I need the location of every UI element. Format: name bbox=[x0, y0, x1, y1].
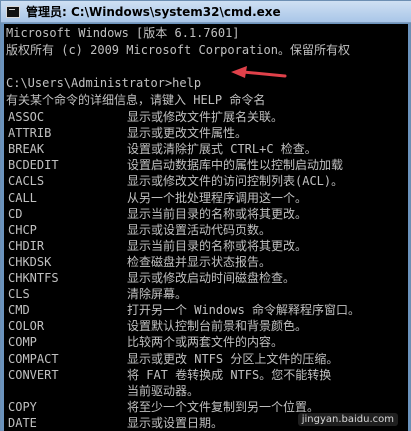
red-arrow-annotation bbox=[231, 66, 287, 78]
command-description: 将至少一个文件复制到另一个位置。 bbox=[127, 399, 320, 414]
command-name: BREAK bbox=[8, 142, 45, 157]
copyright-line: 版权所有 (c) 2009 Microsoft Corporation。保留所有… bbox=[6, 43, 350, 57]
command-name: CLS bbox=[8, 287, 30, 302]
command-name: CHKDSK bbox=[8, 254, 52, 269]
command-description: 显示或更改 NTFS 分区上文件的压缩。 bbox=[127, 351, 339, 366]
command-description: 设置或清除扩展式 CTRL+C 检查。 bbox=[127, 142, 317, 157]
command-row: COLOR 设置默认控制台前景和背景颜色。 bbox=[6, 318, 406, 334]
command-row: BCDEDIT 设置启动数据库中的属性以控制启动加载 bbox=[6, 157, 406, 173]
command-row: CHCP 显示或设置活动代码页数。 bbox=[6, 222, 406, 238]
command-name: DATE bbox=[8, 415, 37, 430]
command-description: 从另一个批处理程序调用这一个。 bbox=[127, 190, 308, 205]
command-name: COPY bbox=[8, 399, 37, 414]
window-title: 管理员: C:\Windows\system32\cmd.exe bbox=[26, 5, 281, 19]
command-row: CACLS 显示或修改文件的访问控制列表(ACL)。 bbox=[6, 173, 406, 189]
command-description: 打开另一个 Windows 命令解释程序窗口。 bbox=[127, 303, 361, 318]
version-line: Microsoft Windows [版本 6.1.7601] bbox=[6, 26, 240, 40]
command-description: 显示或更改文件属性。 bbox=[127, 126, 248, 141]
title-bar[interactable]: 管理员: C:\Windows\system32\cmd.exe bbox=[1, 1, 411, 23]
console-output[interactable]: Microsoft Windows [版本 6.1.7601] 版权所有 (c)… bbox=[4, 24, 408, 431]
command-description: 显示或设置日期。 bbox=[127, 415, 224, 430]
command-row: COMP 比较两个或两套文件的内容。 bbox=[6, 334, 406, 350]
command-name: ASSOC bbox=[8, 110, 45, 124]
baidu-watermark: jingyan.baidu.com bbox=[297, 413, 398, 426]
command-description: 设置默认控制台前景和背景颜色。 bbox=[127, 319, 308, 334]
command-description: 显示当前目录的名称或将其更改。 bbox=[127, 206, 308, 221]
command-description: 显示或修改文件的访问控制列表(ACL)。 bbox=[127, 174, 344, 189]
command-row: COMPACT 显示或更改 NTFS 分区上文件的压缩。 bbox=[6, 351, 406, 367]
command-name: CHCP bbox=[8, 222, 37, 237]
command-name: ATTRIB bbox=[8, 126, 52, 141]
command-description: 当前驱动器。 bbox=[127, 383, 200, 398]
command-row: CHKNTFS 显示或修改启动时间磁盘检查。 bbox=[6, 270, 406, 286]
command-name: CONVERT bbox=[8, 367, 59, 382]
command-row: CLS 清除屏幕。 bbox=[6, 286, 406, 302]
command-description: 检查磁盘并显示状态报告。 bbox=[127, 254, 272, 269]
command-name: CACLS bbox=[8, 174, 45, 189]
command-row: CHDIR 显示当前目录的名称或将其更改。 bbox=[6, 238, 406, 254]
command-row: ATTRIB 显示或更改文件属性。 bbox=[6, 125, 406, 141]
help-intro-line: 有关某个命令的详细信息，请键入 HELP 命令名 bbox=[6, 93, 266, 107]
command-row: CHKDSK 检查磁盘并显示状态报告。 bbox=[6, 254, 406, 270]
command-name: CMD bbox=[8, 303, 30, 318]
command-description: 显示或设置活动代码页数。 bbox=[127, 222, 272, 237]
command-description: 显示或修改启动时间磁盘检查。 bbox=[127, 271, 296, 285]
command-name: CALL bbox=[8, 190, 37, 205]
command-row: CMD 打开另一个 Windows 命令解释程序窗口。 bbox=[6, 302, 406, 318]
command-name: CD bbox=[8, 206, 23, 221]
cmd-icon bbox=[6, 5, 20, 18]
command-name: CHDIR bbox=[8, 238, 45, 253]
command-name: COMPACT bbox=[8, 351, 59, 366]
command-name: BCDEDIT bbox=[8, 158, 59, 173]
command-description: 将 FAT 卷转换成 NTFS。您不能转换 bbox=[127, 367, 332, 382]
command-row: CONVERT 将 FAT 卷转换成 NTFS。您不能转换 bbox=[6, 367, 406, 383]
command-row: BREAK 设置或清除扩展式 CTRL+C 检查。 bbox=[6, 141, 406, 157]
command-row: CALL 从另一个批处理程序调用这一个。 bbox=[6, 190, 406, 206]
command-description: 显示或修改文件扩展名关联。 bbox=[127, 110, 284, 124]
command-description: 清除屏幕。 bbox=[127, 287, 188, 302]
command-name: COLOR bbox=[8, 319, 45, 334]
prompt-line: C:\Users\Administrator>help bbox=[6, 76, 202, 90]
command-name: CHKNTFS bbox=[8, 271, 59, 285]
cmd-window: 管理员: C:\Windows\system32\cmd.exe Microso… bbox=[0, 0, 411, 431]
command-row: 当前驱动器。 bbox=[6, 383, 406, 399]
command-name: COMP bbox=[8, 335, 37, 350]
command-description: 设置启动数据库中的属性以控制启动加载 bbox=[127, 158, 344, 173]
command-row: ASSOC 显示或修改文件扩展名关联。 bbox=[6, 109, 406, 125]
command-row: CD 显示当前目录的名称或将其更改。 bbox=[6, 206, 406, 222]
command-description: 显示当前目录的名称或将其更改。 bbox=[127, 238, 308, 253]
command-description: 比较两个或两套文件的内容。 bbox=[127, 335, 284, 350]
